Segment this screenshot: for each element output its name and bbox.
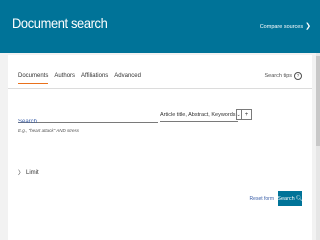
- divider: [8, 88, 312, 89]
- add-search-field-button[interactable]: +: [241, 109, 252, 120]
- compare-sources-link[interactable]: Compare sources ❯: [260, 23, 311, 30]
- search-tabs: Documents Authors Affiliations Advanced: [18, 73, 141, 84]
- limit-toggle[interactable]: 〉 Limit: [18, 168, 39, 178]
- search-panel: Documents Authors Affiliations Advanced …: [8, 55, 312, 240]
- page-title: Document search: [12, 15, 108, 31]
- search-field-select[interactable]: Article title, Abstract, Keywords ⌄: [160, 108, 242, 122]
- search-input[interactable]: [18, 117, 158, 127]
- search-button-label: Search: [277, 195, 295, 202]
- scrollbar-thumb[interactable]: [316, 56, 320, 146]
- search-tips-link[interactable]: Search tips ?: [264, 72, 302, 80]
- chevron-right-icon: 〉: [18, 171, 25, 177]
- chevron-right-icon: ❯: [305, 23, 311, 30]
- search-hint: E.g., "heart attack" AND stress: [18, 128, 80, 133]
- header-bar: Document search Compare sources ❯: [0, 0, 320, 53]
- help-icon: ?: [294, 72, 302, 80]
- tab-documents[interactable]: Documents: [18, 73, 49, 84]
- search-icon: 🔍︎: [295, 195, 303, 202]
- tab-authors[interactable]: Authors: [54, 73, 75, 84]
- search-button[interactable]: Search 🔍︎: [277, 191, 303, 206]
- search-field-select-label: Article title, Abstract, Keywords: [160, 111, 236, 118]
- compare-sources-label: Compare sources: [259, 23, 304, 30]
- tab-advanced[interactable]: Advanced: [114, 73, 141, 84]
- tab-affiliations[interactable]: Affiliations: [81, 73, 108, 84]
- search-field[interactable]: [18, 110, 158, 127]
- reset-form-link[interactable]: Reset form: [250, 196, 274, 202]
- limit-label: Limit: [26, 169, 39, 176]
- search-tips-label: Search tips: [264, 73, 292, 79]
